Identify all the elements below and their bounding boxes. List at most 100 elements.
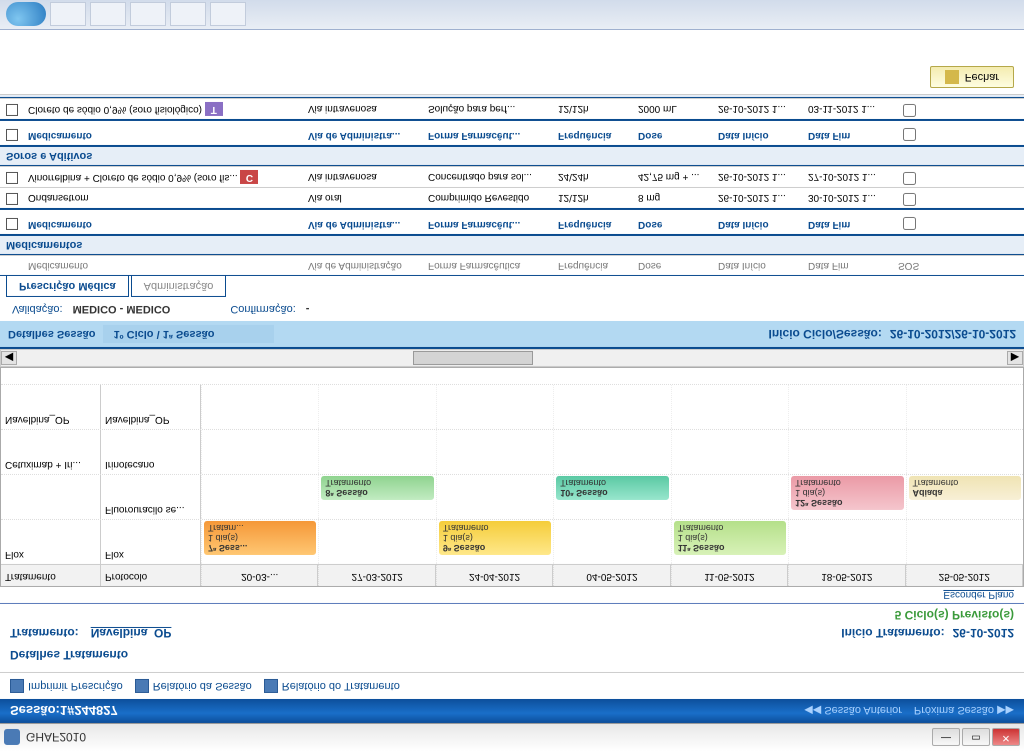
taskbar-app-button[interactable] <box>130 3 166 27</box>
timeline-gantt[interactable]: Tratamento Protocolo 20-03-... 27-03-201… <box>0 367 1024 587</box>
session-details-bar: Detalhes Sessão 1º Ciclo \ 1ª Sessão Iní… <box>0 321 1024 347</box>
timeline-col-treatment: Tratamento <box>1 565 101 586</box>
timeline-slot <box>671 430 788 474</box>
filter-dfim[interactable]: Data Fim <box>804 258 894 273</box>
timeline-row-protocol: Flox <box>101 520 201 564</box>
timeline-row: Fluorouracilo se... 8ª SessãoTratamento 10… <box>1 474 1023 519</box>
timeline-block[interactable]: 7ª Sess...1 dia(s)Tratam... <box>204 521 316 555</box>
timeline-date: 18-05-2012 <box>788 565 905 586</box>
scroll-left-button[interactable]: ◀ <box>1 351 17 365</box>
cycle-chip: 1º Ciclo \ 1ª Sessão <box>103 325 274 343</box>
timeline-slot <box>318 385 435 429</box>
timeline-slot <box>436 385 553 429</box>
timeline-slot <box>318 430 435 474</box>
grid-subheader: MedicamentoVia de Administra...Forma Far… <box>0 208 1024 234</box>
timeline-slot <box>318 520 435 564</box>
session-report-button[interactable]: Relatório da Sessão <box>135 679 252 693</box>
window-title: GHAF2010 <box>26 731 932 745</box>
filter-med[interactable]: Medicamento <box>24 258 304 273</box>
timeline-date: 11-05-2012 <box>671 565 788 586</box>
timeline-scrollbar[interactable]: ◀ ▶ <box>0 349 1024 367</box>
row-checkbox[interactable] <box>903 104 916 117</box>
grid-group-header[interactable]: Soros e Aditivos <box>0 145 1024 166</box>
validation-value: MEDICO - MEDICO <box>73 303 171 315</box>
filter-sos[interactable]: SOS <box>894 258 944 273</box>
taskbar-app-button[interactable] <box>50 3 86 27</box>
timeline-block[interactable]: 11ª Sessão1 dia(s)Tratamento <box>674 521 786 555</box>
treatment-link[interactable]: Navelbina_OP <box>91 626 172 640</box>
expand-icon[interactable] <box>6 218 18 230</box>
timeline-date: 04-05-2012 <box>553 565 670 586</box>
grid-group-header[interactable]: Medicamentos <box>0 234 1024 255</box>
timeline-row-label: Flox <box>1 520 101 564</box>
close-window-button[interactable]: ✕ <box>992 729 1020 747</box>
print-prescription-button[interactable]: Imprimir Prescrição <box>10 679 123 693</box>
prev-session-link[interactable]: ◀◀ Sessão Anterior <box>804 705 902 718</box>
timeline-row-protocol: Fluorouracilo se... <box>101 475 201 519</box>
timeline-block[interactable]: 9ª Sessão1 dia(s)Tratamento <box>439 521 551 555</box>
scroll-thumb[interactable] <box>413 351 533 365</box>
tab-prescription[interactable]: Prescrição Médica <box>6 276 129 297</box>
expand-icon[interactable] <box>6 194 18 206</box>
timeline-row: Navelbina_OPNavelbina_OP <box>1 384 1023 429</box>
filter-dose[interactable]: Dose <box>634 258 714 273</box>
minimize-button[interactable]: — <box>932 729 960 747</box>
timeline-block[interactable]: 12ª Sessão1 dia(s)Tratamento <box>791 476 903 510</box>
tabs: Prescrição Médica Administração <box>0 275 1024 297</box>
cell-freq: 24\24h <box>554 170 634 185</box>
timeline-block[interactable]: 8ª SessãoTratamento <box>321 476 433 500</box>
taskbar-app-button[interactable] <box>90 3 126 27</box>
maximize-button[interactable]: ▭ <box>962 729 990 747</box>
timeline-slot <box>201 430 318 474</box>
row-checkbox[interactable] <box>903 193 916 206</box>
taskbar-app-button[interactable] <box>170 3 206 27</box>
filter-forma[interactable]: Forma Farmacêutica <box>424 258 554 273</box>
header-checkbox[interactable] <box>903 128 916 141</box>
scroll-right-button[interactable]: ▶ <box>1007 351 1023 365</box>
prescription-grid[interactable]: Medicamento Via de Administração Forma F… <box>0 95 1024 275</box>
timeline-slot <box>788 430 905 474</box>
timeline-slot <box>906 520 1023 564</box>
session-details-title: Detalhes Sessão <box>8 328 95 340</box>
treatment-label: Tratamento: <box>10 626 79 640</box>
header-checkbox[interactable] <box>903 217 916 230</box>
tab-administration[interactable]: Administração <box>131 276 227 297</box>
filter-via[interactable]: Via de Administração <box>304 258 424 273</box>
cell-via: Via oral <box>304 191 424 206</box>
validation-row: Validação: MEDICO - MEDICO Confirmação: … <box>0 297 1024 321</box>
cell-dinicio: 26-10-2012 1... <box>714 170 804 185</box>
expand-icon[interactable] <box>6 129 18 141</box>
toolbar: Imprimir Prescrição Relatório da Sessão … <box>0 672 1024 699</box>
start-button[interactable] <box>6 3 46 27</box>
grid-row[interactable]: Ondansetrom Via oralComprimido Revestido… <box>0 187 1024 208</box>
row-checkbox[interactable] <box>903 172 916 185</box>
expand-icon[interactable] <box>6 173 18 185</box>
bottom-bar: Fechar <box>0 60 1024 95</box>
timeline-row-protocol: Navelbina_OP <box>101 385 201 429</box>
close-button[interactable]: Fechar <box>930 66 1014 88</box>
timeline-row: FloxFlox7ª Sess...1 dia(s)Tratam...9ª Se… <box>1 519 1023 564</box>
timeline-block[interactable]: AdiadaTratamento <box>909 476 1021 500</box>
timeline-date: 20-03-... <box>201 565 318 586</box>
grid-row[interactable]: Vinorrelbina + Cloreto de sódio 0,9% (so… <box>0 166 1024 187</box>
next-session-link[interactable]: Próxima Sessão ▶▶ <box>914 705 1014 718</box>
timeline-slot <box>553 520 670 564</box>
cell-forma: Concentrado para sol... <box>424 170 554 185</box>
treatment-details-title: Detalhes Tratamento <box>10 644 128 666</box>
filter-freq[interactable]: Frequência <box>554 258 634 273</box>
filter-dinicio[interactable]: Data Início <box>714 258 804 273</box>
timeline-block[interactable]: 10ª SessãoTratamento <box>556 476 668 500</box>
expand-icon[interactable] <box>6 105 18 117</box>
hide-plan-link[interactable]: Esconder Plano <box>943 589 1014 600</box>
cell-dose: 42,75 mg + ... <box>634 170 714 185</box>
timeline-date: 27-03-2012 <box>318 565 435 586</box>
taskbar-app-button[interactable] <box>210 3 246 27</box>
grid-row[interactable]: Cloreto de sódio 0,9% (soro fisiológico)… <box>0 98 1024 119</box>
cell-dinicio: 26-10-2012 1... <box>714 191 804 206</box>
treatment-report-button[interactable]: Relatório do Tratamento <box>264 679 400 693</box>
scroll-track[interactable] <box>17 351 1007 365</box>
taskbar[interactable] <box>0 0 1024 30</box>
cell-dinicio: 26-10-2012 1... <box>714 102 804 117</box>
timeline-header: Tratamento Protocolo 20-03-... 27-03-201… <box>1 564 1023 586</box>
grid-group-header[interactable]: Monitorizar <box>0 95 1024 98</box>
